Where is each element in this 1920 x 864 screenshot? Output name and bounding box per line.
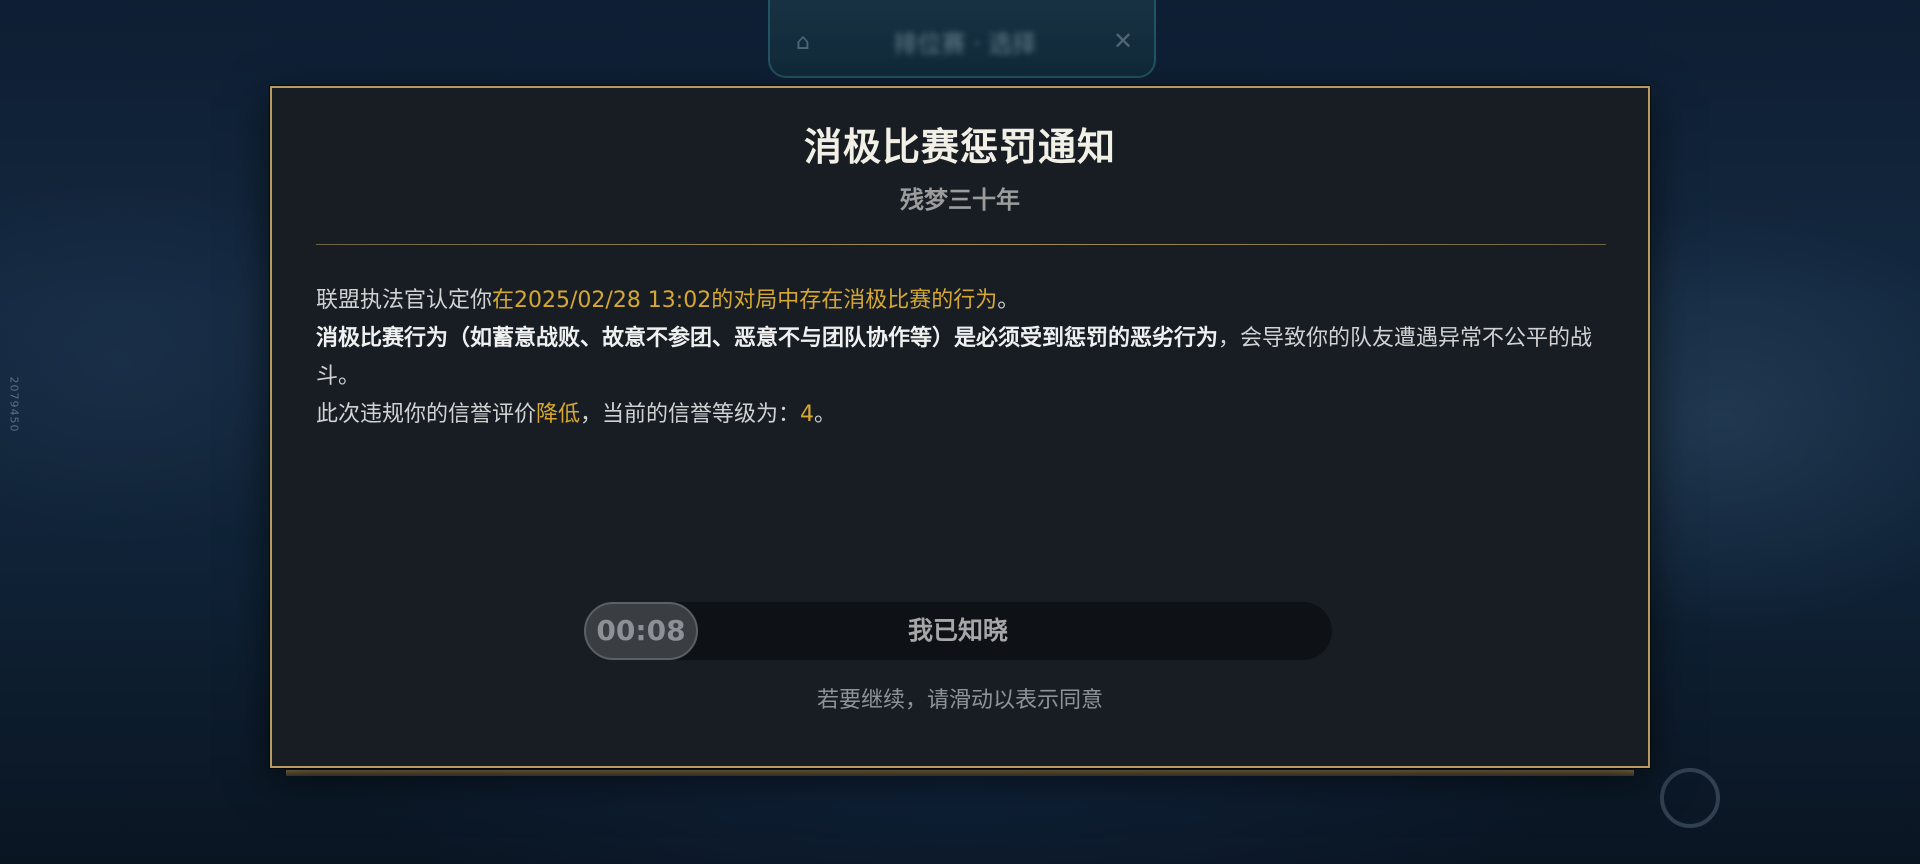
line1-suffix: 。 — [997, 288, 1020, 313]
credit-level-value: 4 — [800, 402, 815, 427]
line3-suffix: 。 — [814, 402, 837, 427]
background-panel-title: 排位赛 · 选择 — [893, 30, 1037, 58]
line3-prefix: 此次违规你的信誉评价 — [316, 402, 537, 427]
rating-change-highlight: 降低 — [536, 402, 581, 427]
close-icon: ✕ — [1112, 27, 1134, 55]
notice-line-3: 此次违规你的信誉评价降低，当前的信誉等级为：4。 — [316, 396, 1616, 434]
countdown-timer-knob[interactable]: 00:08 — [584, 602, 698, 660]
side-version-text: 2079450 — [7, 376, 21, 433]
line3-middle: ，当前的信誉等级为： — [580, 402, 801, 427]
acknowledge-label: 我已知晓 — [907, 616, 1008, 645]
acknowledge-slider[interactable]: 00:08 我已知晓 — [584, 602, 1332, 660]
penalty-notice-dialog: 消极比赛惩罚通知 残梦三十年 联盟执法官认定你在2025/02/28 13:02… — [270, 86, 1650, 768]
dialog-title: 消极比赛惩罚通知 — [803, 125, 1116, 169]
dialog-bottom-edge — [286, 770, 1634, 776]
title-divider — [316, 244, 1606, 245]
background-ring-icon — [1660, 768, 1720, 828]
background-top-panel: ⌂ 排位赛 · 选择 ✕ — [768, 0, 1156, 78]
notice-line-1: 联盟执法官认定你在2025/02/28 13:02的对局中存在消极比赛的行为。 — [316, 282, 1616, 320]
line1-prefix: 联盟执法官认定你 — [316, 288, 493, 313]
notice-line-2: 消极比赛行为（如蓄意战败、故意不参团、恶意不与团队协作等）是必须受到惩罚的恶劣行… — [316, 320, 1616, 396]
match-time-highlight: 在2025/02/28 13:02的对局中存在消极比赛的行为 — [492, 288, 998, 313]
notice-body: 联盟执法官认定你在2025/02/28 13:02的对局中存在消极比赛的行为。 … — [316, 282, 1616, 434]
slide-hint: 若要继续，请滑动以表示同意 — [816, 688, 1103, 713]
player-name: 残梦三十年 — [900, 186, 1020, 214]
behavior-definition: 消极比赛行为（如蓄意战败、故意不参团、恶意不与团队协作等）是必须受到惩罚的恶劣行… — [316, 326, 1219, 351]
home-icon: ⌂ — [796, 30, 810, 55]
